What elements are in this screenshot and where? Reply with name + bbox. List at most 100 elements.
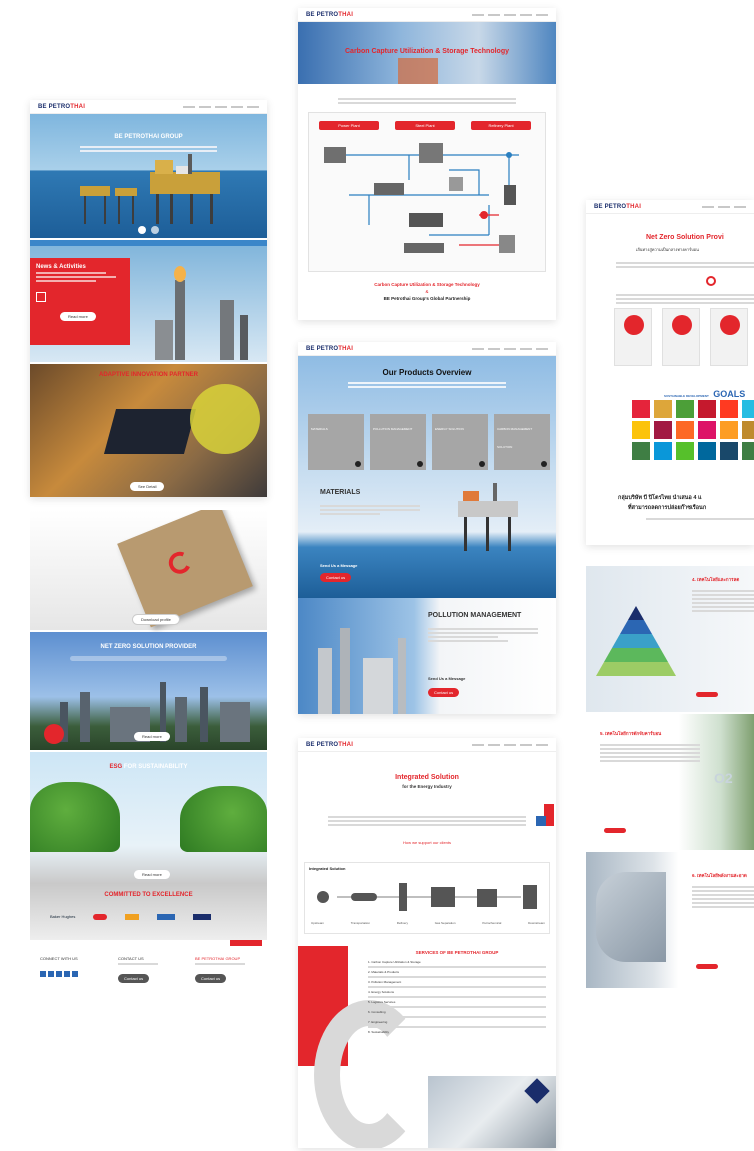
footer-contact-button[interactable]: Contact us [118,974,150,983]
ccus-footer-partnership: BE Petrothai Group's Global Partnership [383,296,471,301]
brand-logo[interactable]: BE PETROTHAI [306,742,353,748]
hero-banner: BE PETROTHAI GROUP [30,114,267,238]
materials-contact-button[interactable]: Contact us [320,573,352,582]
products-title: Our Products Overview [382,368,472,377]
value-chain-icons [317,883,537,911]
service-item[interactable]: 1. Carbon Capture Utilization & Storage [368,960,546,964]
feature-card[interactable] [662,308,700,366]
profile-section: Download profile [30,510,267,630]
footer-group-button[interactable]: Contact us [195,974,227,983]
netzero-section: NET ZERO SOLUTION PROVIDER Read more [30,632,267,750]
tab-refinery-plant[interactable]: Refinery Plant [471,121,531,130]
service-item[interactable]: 4. Energy Solutions [368,990,546,994]
integrated-link[interactable]: How we support our clients [298,840,556,845]
netzero-title: NET ZERO SOLUTION PROVIDER [100,644,197,650]
tree-row-left [30,782,120,852]
service-item[interactable]: 6. Consulting [368,1010,546,1014]
product-card-energy[interactable]: ENERGY SOLUTION [432,414,488,470]
news-read-more-button[interactable]: Read more [60,312,96,321]
partner-logo-5[interactable] [193,914,212,920]
main-nav[interactable] [472,13,548,16]
download-profile-button[interactable]: Download profile [132,614,180,625]
product-card-carbon[interactable]: CARBON MANAGEMENT SOLUTION [494,414,550,470]
brand-logo[interactable]: BE PETROTHAI [38,104,85,110]
value-chain-title: Integrated Solution [309,866,346,871]
pollution-title: POLLUTION MANAGEMENT [428,612,522,619]
news-icon [36,292,46,302]
pyramid-diagram [596,606,676,676]
laptop-image [103,409,197,454]
partner-see-detail-button[interactable]: See Detail [130,482,165,491]
product-card-materials[interactable]: MATERIALS [308,414,364,470]
service-item[interactable]: 3. Pollution Management [368,980,546,984]
ccus-flow-diagram [324,143,519,253]
service-item[interactable]: 8. Sustainability [368,1030,546,1034]
footer-red-tab [230,940,262,946]
oil-platform-image [80,154,220,224]
netzero-read-more-button[interactable]: Read more [134,732,170,741]
footer-col-group: BE PETROTHAI GROUP [195,956,241,961]
ccus-diagram: Power Plant Steel Plant Refinery Plant [308,112,546,272]
products-overview: Our Products Overview MATERIALS POLLUTIO… [298,356,556,471]
partner-logo-3[interactable] [125,914,140,920]
netzero-logo-icon [706,276,716,286]
services-photo [428,1076,556,1148]
site-footer: CONNECT WITH US CONTACT US Contact us BE… [30,950,267,1000]
pyramid-section: 4. เทคโนโลยีและการลด [586,566,754,712]
offshore-rig-image [458,483,518,551]
ccus-banner: Carbon Capture Utilization & Storage Tec… [298,22,556,84]
service-item[interactable]: 7. Engineering [368,1020,546,1024]
section-heading-4: 4. เทคโนโลยีและการลด [692,577,740,582]
hero-slider-dots[interactable] [138,226,159,234]
excellence-title: COMMITTED TO EXCELLENCE [104,892,193,898]
brand-logo[interactable]: BE PETROTHAI [594,204,641,210]
section-4-button[interactable] [696,692,718,697]
integrated-subtitle: for the Energy Industry [402,784,452,789]
refinery-tower-image [155,266,248,360]
integrated-page-mockup: BE PETROTHAI Integrated Solution for the… [298,738,556,1148]
tab-power-plant[interactable]: Power Plant [319,121,379,130]
capture-section: 5. เทคโนโลยีการดักจับคาร์บอน O2 [586,714,754,850]
sdg-tiles [632,400,754,480]
partner-logo-4[interactable] [157,914,176,920]
site-header: BE PETROTHAI [298,738,556,752]
news-panel: News & Activities Read more [30,258,130,345]
materials-section: MATERIALS Send Us a Message Contact us [298,471,556,598]
partner-section: ADAPTIVE INNOVATION PARTNER See Detail [30,364,267,497]
brand-logo[interactable]: BE PETROTHAI [306,346,353,352]
esg-read-more-button[interactable]: Read more [134,870,170,879]
value-chain: Integrated Solution Upstream Transportati… [304,862,550,934]
main-nav[interactable] [472,347,548,350]
pollution-contact-button[interactable]: Contact us [428,688,460,697]
main-nav[interactable] [472,743,548,746]
social-icons[interactable] [40,971,78,977]
homepage-mockup: BE PETROTHAI BE PETROTHAI GROUP News & A… [30,100,267,497]
partner-logo-baker-hughes[interactable]: Baker Hughes [50,914,75,920]
ccus-footer-title: Carbon Capture Utilization & Storage Tec… [374,282,480,287]
ccus-page-mockup: BE PETROTHAI Carbon Capture Utilization … [298,8,556,320]
site-header: BE PETROTHAI [298,342,556,356]
footer-col-connect: CONNECT WITH US [40,956,78,961]
section-6-button[interactable] [696,964,718,969]
service-item[interactable]: 5. Logistics Services [368,1000,546,1004]
service-item[interactable]: 2. Materials & Products [368,970,546,974]
partner-logos: Baker Hughes [50,914,212,920]
materials-title: MATERIALS [320,489,361,496]
value-chain-labels: Upstream Transportation Refinery Gas Separa… [311,921,545,925]
feature-card[interactable] [614,308,652,366]
ccus-tabs: Power Plant Steel Plant Refinery Plant [319,121,531,130]
feature-card[interactable] [710,308,748,366]
product-card-pollution[interactable]: POLLUTION MANAGEMENT [370,414,426,470]
section-heading-5: 5. เทคโนโลยีการดักจับคาร์บอน [600,731,662,736]
homepage-mockup-lower: Download profile NET ZERO SOLUTION PROVI… [30,510,267,940]
side-accent-blocks [536,804,554,826]
main-nav[interactable] [183,105,259,108]
hero-title: BE PETROTHAI GROUP [114,134,183,140]
pollution-cta: Send Us a Message [428,676,466,681]
main-nav[interactable] [702,205,746,208]
partner-logo-2[interactable] [93,914,108,920]
esg-title: ESG FOR SUSTAINABILITY [109,764,188,770]
section-5-button[interactable] [604,828,626,833]
brand-logo[interactable]: BE PETROTHAI [306,12,353,18]
tab-steel-plant[interactable]: Steel Plant [395,121,455,130]
